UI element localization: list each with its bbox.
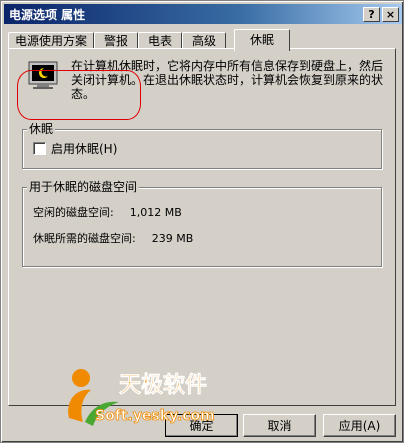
enable-hibernate-checkbox[interactable] [33,142,46,155]
free-space-value: 1,012 MB [129,206,182,219]
hibernate-group-label: 休眠 [27,122,56,136]
yesky-watermark-logo: 天极软件 Soft.yesky.com [68,369,215,426]
required-space-row: 休眠所需的磁盘空间: 239 MB [33,230,193,246]
disk-space-group-label: 用于休眠的磁盘空间 [27,180,140,194]
title-bar[interactable]: 电源选项 属性 ? × [4,4,402,24]
close-button[interactable]: × [382,6,399,22]
hibernate-groupbox: 休眠 启用休眠(H) [22,122,382,169]
help-button[interactable]: ? [363,6,380,22]
free-space-label: 空闲的磁盘空间: [33,206,114,219]
dialog-window: 电源选项 属性 ? × 电源使用方案 警报 电表 高级 休眠 在计算机休眠时，它… [0,0,404,443]
free-space-row: 空闲的磁盘空间: 1,012 MB [33,204,182,220]
watermark-site: Soft.yesky.com [95,408,215,424]
apply-button[interactable]: 应用(A) [323,414,396,437]
watermark-brand: 天极软件 [119,372,207,398]
window-title: 电源选项 属性 [9,7,86,22]
highlight-annotation-circle [17,70,141,120]
cancel-button[interactable]: 取消 [243,414,316,437]
required-space-value: 239 MB [151,232,194,245]
disk-space-groupbox: 用于休眠的磁盘空间 空闲的磁盘空间: 1,012 MB 休眠所需的磁盘空间: 239… [22,180,382,267]
enable-hibernate-label[interactable]: 启用休眠(H) [51,140,117,157]
required-space-label: 休眠所需的磁盘空间: [33,232,136,245]
enable-hibernate-option[interactable]: 启用休眠(H) [33,140,117,157]
tab-hibernate[interactable]: 休眠 [234,29,290,51]
